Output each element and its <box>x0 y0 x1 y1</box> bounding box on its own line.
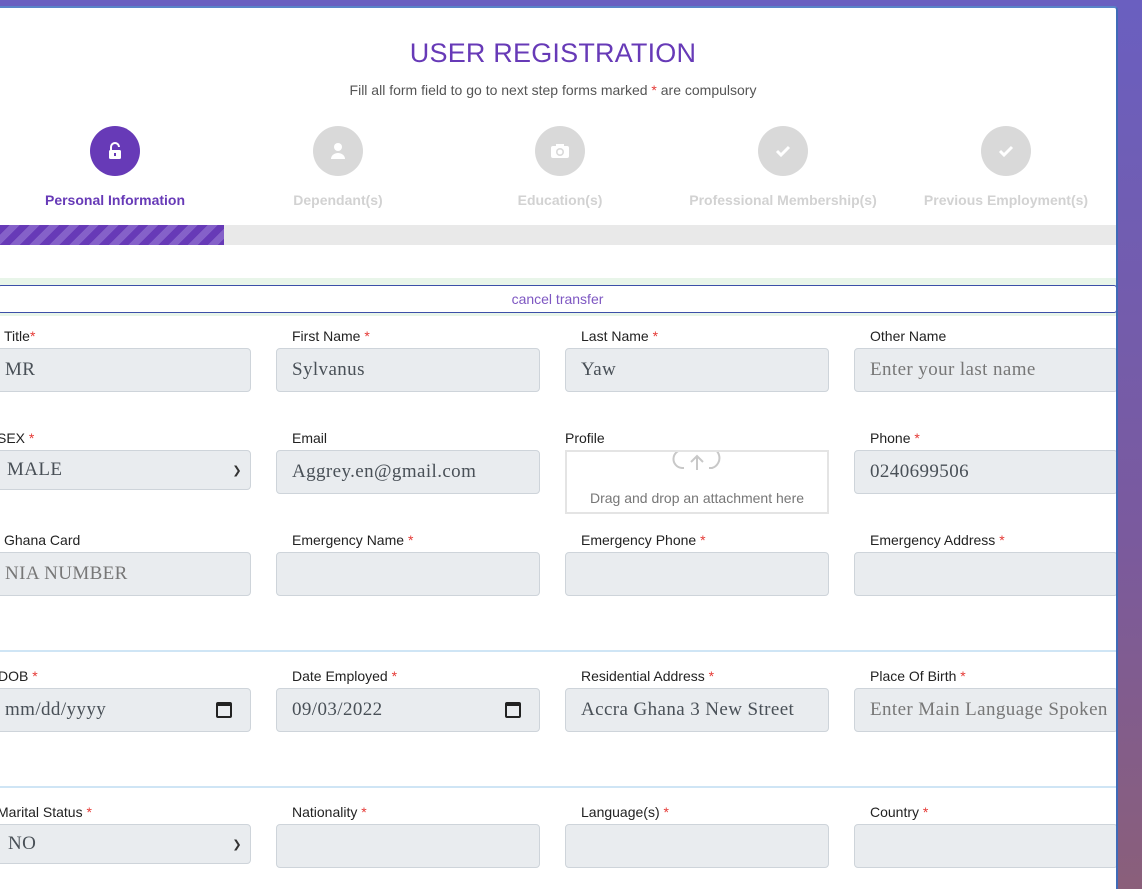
field-label: Country * <box>870 804 929 820</box>
emergency-name-input[interactable] <box>276 552 540 596</box>
residential-address-field: Residential Address * Accra Ghana 3 New … <box>565 668 829 732</box>
field-label: Date Employed * <box>292 668 398 684</box>
date-employed-value: 09/03/2022 <box>292 699 383 720</box>
step-educations[interactable]: Education(s) <box>449 126 671 208</box>
field-label: Language(s) * <box>581 804 669 820</box>
dob-input[interactable]: mm/dd/yyyy <box>0 688 251 732</box>
emergency-phone-field: Emergency Phone * <box>565 532 829 596</box>
dob-field: DOB * mm/dd/yyyy <box>0 668 251 732</box>
other-name-input[interactable]: Enter your last name <box>854 348 1116 392</box>
subtitle-text-end: are compulsory <box>660 82 757 98</box>
upload-cloud-icon <box>567 452 827 478</box>
section-divider <box>0 786 1116 788</box>
field-label: Profile <box>565 430 605 446</box>
calendar-icon[interactable] <box>216 702 232 718</box>
field-label: Title* <box>4 328 36 344</box>
chevron-down-icon: ❯ <box>232 837 242 851</box>
date-employed-input[interactable]: 09/03/2022 <box>276 688 540 732</box>
unlock-icon <box>90 126 140 176</box>
email-field: Email Aggrey.en@gmail.com <box>276 430 540 494</box>
field-label: Residential Address * <box>581 668 715 684</box>
calendar-icon[interactable] <box>505 702 521 718</box>
field-label: Ghana Card <box>4 532 81 548</box>
marital-status-select[interactable]: NO ❯ <box>0 824 251 864</box>
check-icon <box>758 126 808 176</box>
dob-placeholder: mm/dd/yyyy <box>5 699 107 720</box>
field-label: Other Name <box>870 328 947 344</box>
residential-address-input[interactable]: Accra Ghana 3 New Street <box>565 688 829 732</box>
ghana-card-input[interactable]: NIA NUMBER <box>0 552 251 596</box>
page-subtitle: Fill all form field to go to next step f… <box>0 82 1106 98</box>
step-label: Professional Membership(s) <box>689 192 877 208</box>
progress-bar <box>0 225 1116 245</box>
other-name-field: Other Name Enter your last name <box>854 328 1116 392</box>
ghana-card-field: Ghana Card NIA NUMBER <box>0 532 251 596</box>
emergency-phone-input[interactable] <box>565 552 829 596</box>
place-of-birth-field: Place Of Birth * Enter Main Language Spo… <box>854 668 1116 732</box>
date-employed-field: Date Employed * 09/03/2022 <box>276 668 540 732</box>
nationality-field: Nationality * <box>276 804 540 868</box>
sex-select-value: MALE <box>7 459 63 480</box>
cancel-transfer-button[interactable]: cancel transfer <box>0 285 1116 313</box>
languages-input[interactable] <box>565 824 829 868</box>
step-personal-information[interactable]: Personal Information <box>4 126 226 208</box>
languages-field: Language(s) * <box>565 804 829 868</box>
field-label: First Name * <box>292 328 370 344</box>
title-field: Title* MR <box>0 328 251 392</box>
field-label: DOB * <box>0 668 38 684</box>
place-of-birth-input[interactable]: Enter Main Language Spoken <box>854 688 1116 732</box>
step-dependants[interactable]: Dependant(s) <box>227 126 449 208</box>
emergency-address-input[interactable] <box>854 552 1116 596</box>
nationality-input[interactable] <box>276 824 540 868</box>
field-label: Emergency Address * <box>870 532 1005 548</box>
marital-status-value: NO <box>8 833 37 854</box>
email-input[interactable]: Aggrey.en@gmail.com <box>276 450 540 494</box>
country-input[interactable] <box>854 824 1116 868</box>
first-name-input[interactable]: Sylvanus <box>276 348 540 392</box>
profile-dropzone[interactable]: Drag and drop an attachment here <box>565 450 829 514</box>
step-label: Dependant(s) <box>293 192 383 208</box>
user-icon <box>313 126 363 176</box>
required-star: * <box>651 82 657 98</box>
field-label: Marital Status * <box>0 804 92 820</box>
step-previous-employment[interactable]: Previous Employment(s) <box>895 126 1116 208</box>
country-field: Country * <box>854 804 1116 868</box>
phone-field: Phone * 0240699506 <box>854 430 1116 494</box>
progress-steps: Personal Information Dependant(s) Educat… <box>0 126 1116 226</box>
phone-input[interactable]: 0240699506 <box>854 450 1116 494</box>
camera-icon <box>535 126 585 176</box>
title-input[interactable]: MR <box>0 348 251 392</box>
check-icon <box>981 126 1031 176</box>
last-name-input[interactable]: Yaw <box>565 348 829 392</box>
registration-card: USER REGISTRATION Fill all form field to… <box>0 6 1118 889</box>
subtitle-text: Fill all form field to go to next step f… <box>349 82 648 98</box>
field-label: Emergency Phone * <box>581 532 706 548</box>
section-divider <box>0 650 1116 652</box>
emergency-address-field: Emergency Address * <box>854 532 1116 596</box>
step-label: Personal Information <box>44 192 186 208</box>
field-label: Email <box>292 430 328 446</box>
field-label: Phone * <box>870 430 920 446</box>
emergency-name-field: Emergency Name * <box>276 532 540 596</box>
field-label: SEX * <box>0 430 35 446</box>
field-label: Emergency Name * <box>292 532 414 548</box>
step-label: Education(s) <box>517 192 603 208</box>
page-title: USER REGISTRATION <box>409 38 697 68</box>
step-professional-membership[interactable]: Professional Membership(s) <box>672 126 894 208</box>
field-label: Nationality * <box>292 804 367 820</box>
marital-status-field: Marital Status * NO ❯ <box>0 804 251 864</box>
field-label: Last Name * <box>581 328 659 344</box>
sex-field: SEX * MALE ❯ <box>0 430 251 490</box>
sex-select[interactable]: MALE ❯ <box>0 450 251 490</box>
last-name-field: Last Name * Yaw <box>565 328 829 392</box>
progress-fill <box>0 225 224 245</box>
dropzone-text: Drag and drop an attachment here <box>589 490 805 506</box>
step-label: Previous Employment(s) <box>923 192 1089 208</box>
profile-field: Profile Drag and drop an attachment here <box>565 430 829 514</box>
first-name-field: First Name * Sylvanus <box>276 328 540 392</box>
chevron-down-icon: ❯ <box>232 463 242 477</box>
field-label: Place Of Birth * <box>870 668 966 684</box>
